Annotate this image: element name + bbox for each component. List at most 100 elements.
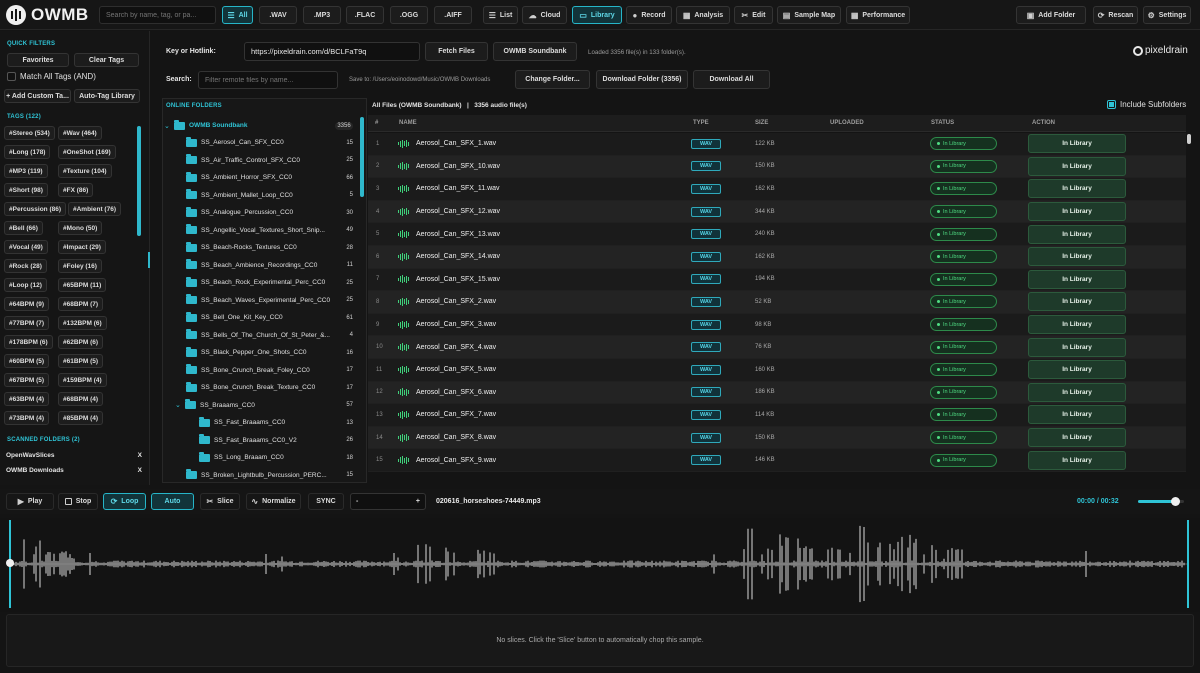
slice-button[interactable]: ✂ Slice	[200, 493, 240, 510]
tempo-decrease-button[interactable]: -	[356, 498, 358, 505]
tag-chip[interactable]: #FX (86)	[58, 183, 94, 197]
chevron-down-icon[interactable]: ⌄	[164, 122, 174, 130]
in-library-button[interactable]: In Library	[1028, 360, 1126, 380]
in-library-button[interactable]: In Library	[1028, 428, 1126, 448]
change-folder-button[interactable]: Change Folder...	[515, 70, 590, 89]
folder-item[interactable]: SS_Black_Pepper_One_Shots_CC0 16	[163, 344, 359, 361]
tag-chip[interactable]: #Loop (12)	[4, 278, 47, 292]
scanned-folder-item[interactable]: OWMB Downloads X	[6, 463, 142, 477]
folder-item[interactable]: SS_Bells_Of_The_Church_Of_St_Peter_&... 4	[163, 327, 359, 344]
view-performance-button[interactable]: ▦ Performance	[846, 6, 910, 24]
filter-mp3-button[interactable]: .MP3	[303, 6, 341, 24]
tag-chip[interactable]: #Percussion (86)	[4, 202, 67, 216]
tags-scrollbar[interactable]	[137, 126, 141, 236]
table-row[interactable]: 11 Aerosol_Can_SFX_5.wav WAV 160 KB In Libra…	[368, 359, 1186, 382]
checkbox-icon[interactable]	[7, 72, 16, 81]
add-custom-tag-button[interactable]: + Add Custom Ta...	[4, 89, 71, 103]
in-library-button[interactable]: In Library	[1028, 269, 1126, 289]
chevron-down-icon[interactable]: ⌄	[175, 401, 185, 409]
normalize-button[interactable]: ∿ Normalize	[246, 493, 301, 510]
folder-item[interactable]: SS_Aerosol_Can_SFX_CC0 15	[163, 134, 359, 151]
tempo-stepper[interactable]: - +	[350, 493, 426, 510]
tag-chip[interactable]: #73BPM (4)	[4, 411, 50, 425]
column-header[interactable]: NAME	[399, 120, 417, 126]
in-library-button[interactable]: In Library	[1028, 450, 1126, 470]
tag-chip[interactable]: #63BPM (4)	[4, 392, 50, 406]
table-row[interactable]: 15 Aerosol_Can_SFX_9.wav WAV 146 KB In Libra…	[368, 449, 1186, 472]
download-folder-button[interactable]: Download Folder (3356)	[596, 70, 688, 89]
view-sample-map-button[interactable]: ▤ Sample Map	[777, 6, 841, 24]
in-library-button[interactable]: In Library	[1028, 247, 1126, 267]
folder-item[interactable]: SS_Angellic_Vocal_Textures_Short_Snip...…	[163, 222, 359, 239]
tag-chip[interactable]: #132BPM (6)	[58, 316, 107, 330]
tag-chip[interactable]: #68BPM (7)	[58, 297, 104, 311]
folder-item[interactable]: SS_Bone_Crunch_Break_Texture_CC0 17	[163, 379, 359, 396]
waveform-view[interactable]	[0, 518, 1200, 612]
tag-chip[interactable]: #Wav (464)	[58, 126, 102, 140]
stop-button[interactable]: Stop	[58, 493, 98, 510]
view-edit-button[interactable]: ✂ Edit	[734, 6, 773, 24]
download-all-button[interactable]: Download All	[693, 70, 770, 89]
folder-item[interactable]: SS_Beach_Rock_Experimental_Perc_CC0 25	[163, 274, 359, 291]
volume-knob[interactable]	[1170, 497, 1180, 506]
table-row[interactable]: 10 Aerosol_Can_SFX_4.wav WAV 76 KB In Librar…	[368, 336, 1186, 359]
column-header[interactable]: UPLOADED	[830, 120, 864, 126]
in-library-button[interactable]: In Library	[1028, 292, 1126, 312]
tag-chip[interactable]: #Ambient (76)	[68, 202, 121, 216]
view-cloud-button[interactable]: ☁ Cloud	[522, 6, 567, 24]
remote-filter-input[interactable]	[198, 71, 338, 89]
library-search-input[interactable]	[99, 6, 216, 24]
table-row[interactable]: 14 Aerosol_Can_SFX_8.wav WAV 150 KB In Libra…	[368, 426, 1186, 450]
fetch-files-button[interactable]: Fetch Files	[425, 42, 488, 61]
view-list-button[interactable]: ☰ List	[483, 6, 518, 24]
owmb-soundbank-button[interactable]: OWMB Soundbank	[493, 42, 577, 61]
checkbox-checked-icon[interactable]	[1107, 100, 1116, 109]
tag-chip[interactable]: #67BPM (5)	[4, 373, 50, 387]
tag-chip[interactable]: #77BPM (7)	[4, 316, 50, 330]
tag-chip[interactable]: #159BPM (4)	[58, 373, 107, 387]
rescan-button[interactable]: ⟳ Rescan	[1093, 6, 1138, 24]
tag-chip[interactable]: #178BPM (6)	[4, 335, 53, 349]
filter-ogg-button[interactable]: .OGG	[390, 6, 428, 24]
column-header[interactable]: STATUS	[931, 120, 954, 126]
folder-item[interactable]: SS_Beach_Waves_Experimental_Perc_CC0 25	[163, 292, 359, 309]
table-row[interactable]: 1 Aerosol_Can_SFX_1.wav WAV 122 KB In Librar…	[368, 133, 1186, 156]
table-row[interactable]: 8 Aerosol_Can_SFX_2.wav WAV 52 KB In Library…	[368, 291, 1186, 314]
tag-chip[interactable]: #Vocal (49)	[4, 240, 48, 254]
folder-item[interactable]: SS_Broken_Lightbulb_Percussion_PERC... 15	[163, 467, 359, 483]
table-row[interactable]: 12 Aerosol_Can_SFX_6.wav WAV 186 KB In Libra…	[368, 381, 1186, 405]
folder-item[interactable]: SS_Bell_One_Kit_Key_CC0 61	[163, 309, 359, 326]
end-marker[interactable]	[1187, 520, 1189, 608]
tag-chip[interactable]: #Rock (28)	[4, 259, 47, 273]
folder-item[interactable]: SS_Ambient_Mallet_Loop_CC0 5	[163, 187, 359, 204]
folder-item[interactable]: SS_Bone_Crunch_Break_Foley_CC0 17	[163, 362, 359, 379]
in-library-button[interactable]: In Library	[1028, 224, 1126, 244]
tag-chip[interactable]: #64BPM (9)	[4, 297, 50, 311]
tag-chip[interactable]: #Texture (104)	[58, 164, 112, 178]
tag-chip[interactable]: #62BPM (6)	[58, 335, 104, 349]
tag-chip[interactable]: #85BPM (4)	[58, 411, 104, 425]
view-analysis-button[interactable]: ▦ Analysis	[676, 6, 730, 24]
volume-slider[interactable]	[1138, 497, 1184, 506]
in-library-button[interactable]: In Library	[1028, 202, 1126, 222]
filter-wav-button[interactable]: .WAV	[259, 6, 297, 24]
in-library-button[interactable]: In Library	[1028, 337, 1126, 357]
tag-chip[interactable]: #Impact (29)	[58, 240, 106, 254]
table-row[interactable]: 2 Aerosol_Can_SFX_10.wav WAV 150 KB In Libra…	[368, 155, 1186, 179]
column-header[interactable]: TYPE	[693, 120, 709, 126]
remove-folder-button[interactable]: X	[138, 467, 142, 474]
in-library-button[interactable]: In Library	[1028, 405, 1126, 425]
table-row[interactable]: 7 Aerosol_Can_SFX_15.wav WAV 194 KB In Libra…	[368, 268, 1186, 292]
folder-root[interactable]: ⌄ OWMB Soundbank 3356	[163, 117, 359, 134]
in-library-button[interactable]: In Library	[1028, 156, 1126, 176]
table-row[interactable]: 9 Aerosol_Can_SFX_3.wav WAV 98 KB In Library…	[368, 313, 1186, 337]
play-button[interactable]: ▶ Play	[6, 493, 54, 510]
scanned-folder-item[interactable]: OpenWavSlices X	[6, 448, 142, 462]
folder-item[interactable]: SS_Long_Braaam_CC0 18	[163, 449, 359, 466]
tag-chip[interactable]: #68BPM (4)	[58, 392, 104, 406]
folder-item[interactable]: SS_Beach_Ambience_Recordings_CC0 11	[163, 257, 359, 274]
tag-chip[interactable]: #Bell (66)	[4, 221, 43, 235]
tag-chip[interactable]: #Long (178)	[4, 145, 51, 159]
clear-tags-button[interactable]: Clear Tags	[74, 53, 139, 67]
tempo-increase-button[interactable]: +	[416, 498, 420, 505]
